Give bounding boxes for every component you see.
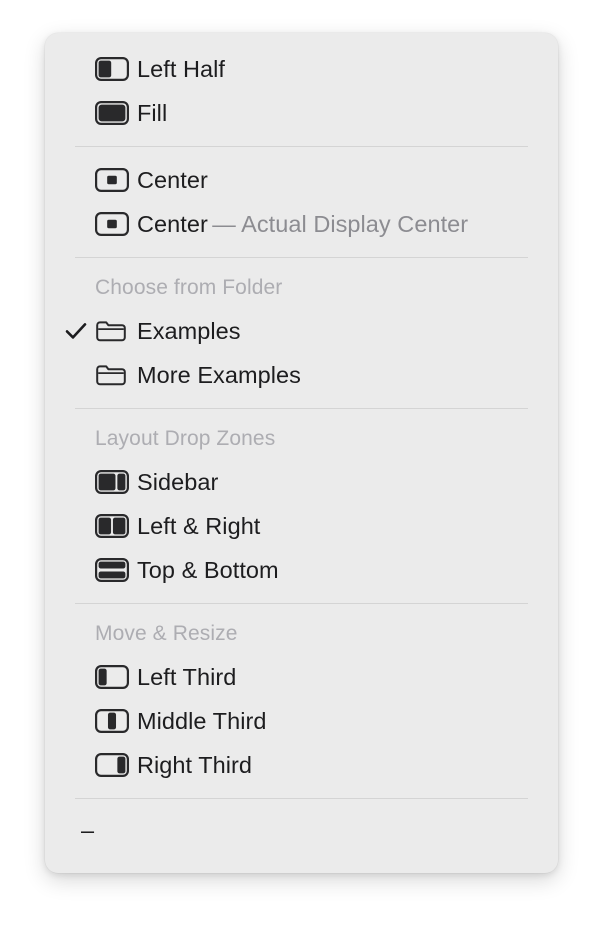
menu-item-secondary-label: — Actual Display Center [212, 211, 469, 237]
menu-separator [75, 408, 528, 409]
menu-section: Move & Resize Left Third Middle Third Right… [45, 615, 558, 787]
menu-separator [75, 257, 528, 258]
menu-item-label: Fill [137, 100, 168, 126]
window-top-bottom-icon [95, 558, 137, 582]
menu-item-label: Center [137, 211, 208, 237]
menu-separator [75, 603, 528, 604]
menu-item-label: Sidebar [137, 469, 219, 495]
folder-icon [95, 318, 137, 344]
context-menu: Left Half Fill Center Center — Actual Displ… [45, 33, 558, 873]
window-left-half-icon [95, 57, 137, 81]
window-left-right-icon [95, 514, 137, 538]
menu-item-left-half[interactable]: Left Half [45, 47, 558, 91]
menu-item-label: More Examples [137, 362, 301, 388]
menu-item-label: Left Third [137, 664, 237, 690]
window-right-third-icon [95, 753, 137, 777]
menu-item-center[interactable]: Center [45, 158, 558, 202]
menu-item-sidebar[interactable]: Sidebar [45, 460, 558, 504]
screen: Left Half Fill Center Center — Actual Displ… [0, 0, 602, 926]
menu-section-header: Layout Drop Zones [95, 427, 276, 450]
menu-section: Center Center — Actual Display Center [45, 158, 558, 246]
folder-icon [95, 362, 137, 388]
window-center-icon [95, 212, 137, 236]
menu-separator [75, 798, 528, 799]
menu-item-fill[interactable]: Fill [45, 91, 558, 135]
menu-section: Layout Drop Zones Sidebar Left & Right Top … [45, 420, 558, 592]
window-center-icon [95, 168, 137, 192]
menu-item-dash[interactable]: – [45, 810, 558, 850]
menu-item-label: Left & Right [137, 513, 261, 539]
menu-item-middle-third[interactable]: Middle Third [45, 699, 558, 743]
menu-item-label: Right Third [137, 752, 253, 778]
window-sidebar-icon [95, 470, 137, 494]
menu-item-label: Examples [137, 318, 241, 344]
dash-glyph: – [81, 817, 95, 843]
menu-item-top-bottom[interactable]: Top & Bottom [45, 548, 558, 592]
menu-item-examples[interactable]: Examples [45, 309, 558, 353]
menu-item-label: Left Half [137, 56, 225, 82]
menu-item-left-right[interactable]: Left & Right [45, 504, 558, 548]
menu-item-more-examples[interactable]: More Examples [45, 353, 558, 397]
checkmark-icon [65, 321, 87, 341]
menu-separator [75, 146, 528, 147]
window-fill-icon [95, 101, 137, 125]
menu-section-header: Move & Resize [95, 622, 238, 645]
menu-section-header: Choose from Folder [95, 276, 283, 299]
menu-item-label: Middle Third [137, 708, 267, 734]
menu-section: Choose from Folder Examples More Examples [45, 269, 558, 397]
menu-item-right-third[interactable]: Right Third [45, 743, 558, 787]
menu-item-center[interactable]: Center — Actual Display Center [45, 202, 558, 246]
menu-section: – [45, 810, 558, 850]
menu-item-label: Center [137, 167, 208, 193]
checkmark-slot [63, 321, 95, 341]
menu-item-label: Top & Bottom [137, 557, 279, 583]
window-left-third-icon [95, 665, 137, 689]
menu-section: Left Half Fill [45, 47, 558, 135]
menu-item-left-third[interactable]: Left Third [45, 655, 558, 699]
window-middle-third-icon [95, 709, 137, 733]
